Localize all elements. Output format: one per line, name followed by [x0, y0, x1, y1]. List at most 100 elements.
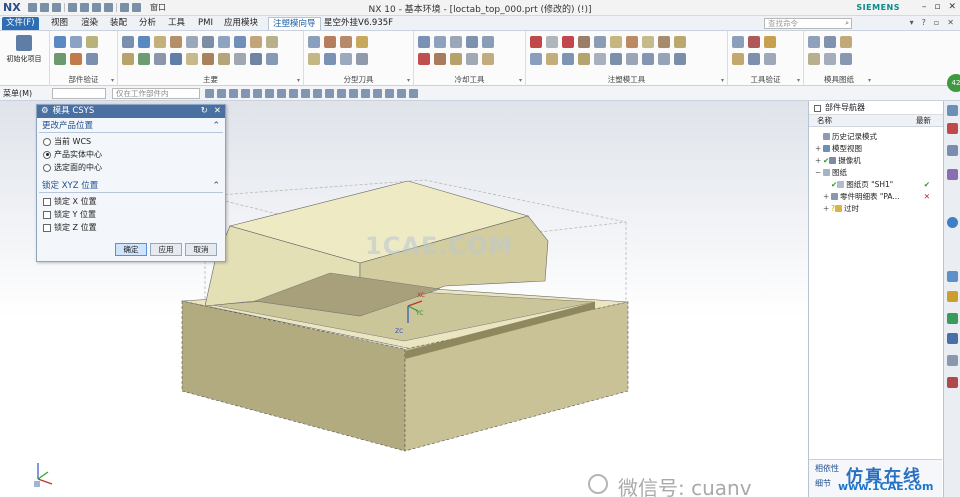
- ribbon-tool-icon[interactable]: [642, 53, 654, 65]
- ribbon-tool-icon[interactable]: [840, 53, 852, 65]
- save-icon[interactable]: [28, 3, 37, 12]
- option-product-center[interactable]: 产品实体中心: [43, 149, 102, 160]
- ribbon-tool-icon[interactable]: [808, 36, 820, 48]
- type-filter-select[interactable]: [52, 88, 106, 99]
- checkbox[interactable]: [43, 210, 51, 219]
- select-tool-icon[interactable]: [409, 89, 418, 98]
- ribbon-tool-icon[interactable]: [154, 53, 166, 65]
- system-scenes-tab-icon[interactable]: [947, 377, 958, 388]
- dropdown-icon[interactable]: ▾: [868, 77, 871, 84]
- ribbon-tool-icon[interactable]: [356, 53, 368, 65]
- scope-filter-select[interactable]: 仅在工作部件内: [112, 88, 200, 99]
- ribbon-tool-icon[interactable]: [122, 53, 134, 65]
- menu-button[interactable]: 菜单(M): [3, 88, 32, 99]
- web-browser-tab-icon[interactable]: [947, 217, 958, 228]
- dropdown-icon[interactable]: ▾: [111, 77, 114, 84]
- ribbon-tool-icon[interactable]: [434, 36, 446, 48]
- tab-tools[interactable]: 工具: [164, 17, 189, 30]
- tree-node[interactable]: 历史记录模式: [809, 131, 942, 142]
- ribbon-tool-icon[interactable]: [546, 53, 558, 65]
- tree-node[interactable]: + 零件明细表 "PA... ✕: [809, 191, 942, 202]
- reuse-library-tab-icon[interactable]: [947, 291, 958, 302]
- checkbox[interactable]: [43, 223, 51, 232]
- window-icon[interactable]: [132, 3, 141, 12]
- ribbon-tool-icon[interactable]: [642, 36, 654, 48]
- ribbon-tool-icon[interactable]: [170, 36, 182, 48]
- expand-icon[interactable]: +: [815, 155, 821, 166]
- select-tool-icon[interactable]: [385, 89, 394, 98]
- ribbon-tool-icon[interactable]: [840, 36, 852, 48]
- ribbon-tool-icon[interactable]: [154, 36, 166, 48]
- ribbon-tool-icon[interactable]: [250, 53, 262, 65]
- ribbon-tool-icon[interactable]: [748, 53, 760, 65]
- cut-icon[interactable]: [68, 3, 77, 12]
- ribbon-tool-icon[interactable]: [530, 36, 542, 48]
- select-tool-icon[interactable]: [241, 89, 250, 98]
- ribbon-tool-icon[interactable]: [562, 36, 574, 48]
- ribbon-tool-icon[interactable]: [266, 36, 278, 48]
- ribbon-tool-icon[interactable]: [250, 36, 262, 48]
- option-face-center[interactable]: 选定面的中心: [43, 162, 102, 173]
- minimize-icon[interactable]: –: [922, 2, 927, 12]
- tree-node[interactable]: + ? 过时: [809, 203, 942, 214]
- init-project-button[interactable]: 初始化项目: [4, 35, 44, 71]
- dropdown-icon[interactable]: ▾: [721, 77, 724, 84]
- radio-button[interactable]: [43, 137, 51, 146]
- cancel-button[interactable]: 取消: [185, 243, 217, 256]
- option-current-wcs[interactable]: 当前 WCS: [43, 136, 91, 147]
- repeat-command-icon[interactable]: [104, 3, 113, 12]
- select-tool-icon[interactable]: [397, 89, 406, 98]
- undo-icon[interactable]: [40, 3, 49, 12]
- touch-mode-icon[interactable]: [120, 3, 129, 12]
- ribbon-tool-icon[interactable]: [764, 36, 776, 48]
- expand-icon[interactable]: +: [815, 143, 821, 154]
- radio-button[interactable]: [43, 163, 51, 172]
- ribbon-tool-icon[interactable]: [202, 36, 214, 48]
- tree-node[interactable]: + 模型视图: [809, 143, 942, 154]
- ribbon-tool-icon[interactable]: [450, 36, 462, 48]
- reset-icon[interactable]: ↻: [201, 105, 208, 118]
- ribbon-tool-icon[interactable]: [674, 53, 686, 65]
- process-studio-tab-icon[interactable]: [947, 333, 958, 344]
- ribbon-tool-icon[interactable]: [578, 53, 590, 65]
- ribbon-tool-icon[interactable]: [54, 53, 66, 65]
- chevron-up-icon[interactable]: ⌃: [212, 179, 220, 193]
- ribbon-tool-icon[interactable]: [234, 36, 246, 48]
- select-tool-icon[interactable]: [205, 89, 214, 98]
- select-tool-icon[interactable]: [373, 89, 382, 98]
- paste-icon[interactable]: [92, 3, 101, 12]
- select-tool-icon[interactable]: [265, 89, 274, 98]
- ribbon-tool-icon[interactable]: [340, 36, 352, 48]
- ribbon-tool-icon[interactable]: [234, 53, 246, 65]
- select-tool-icon[interactable]: [217, 89, 226, 98]
- column-name[interactable]: 名称: [817, 115, 832, 127]
- select-tool-icon[interactable]: [229, 89, 238, 98]
- collapse-icon[interactable]: −: [815, 167, 821, 178]
- ribbon-tool-icon[interactable]: [658, 53, 670, 65]
- ribbon-tool-icon[interactable]: [658, 36, 670, 48]
- ribbon-tool-icon[interactable]: [466, 53, 478, 65]
- lock-x-checkbox[interactable]: 锁定 X 位置: [43, 196, 97, 207]
- ribbon-tool-icon[interactable]: [86, 53, 98, 65]
- copy-icon[interactable]: [80, 3, 89, 12]
- ribbon-tool-icon[interactable]: [530, 53, 542, 65]
- redo-icon[interactable]: [52, 3, 61, 12]
- expand-icon[interactable]: +: [823, 203, 829, 214]
- apply-button[interactable]: 应用: [150, 243, 182, 256]
- ribbon-tool-icon[interactable]: [808, 53, 820, 65]
- select-tool-icon[interactable]: [337, 89, 346, 98]
- select-tool-icon[interactable]: [325, 89, 334, 98]
- select-tool-icon[interactable]: [289, 89, 298, 98]
- ribbon-tool-icon[interactable]: [610, 36, 622, 48]
- ribbon-tool-icon[interactable]: [186, 36, 198, 48]
- ribbon-tool-icon[interactable]: [324, 36, 336, 48]
- tab-file[interactable]: 文件(F): [2, 17, 39, 30]
- ribbon-tool-icon[interactable]: [482, 36, 494, 48]
- select-tool-icon[interactable]: [349, 89, 358, 98]
- ribbon-options-icon[interactable]: ▾: [910, 18, 914, 27]
- ribbon-tool-icon[interactable]: [324, 53, 336, 65]
- dropdown-icon[interactable]: ▾: [407, 77, 410, 84]
- ribbon-tool-icon[interactable]: [308, 36, 320, 48]
- part-navigator-tab-icon[interactable]: [947, 105, 958, 116]
- palette-tab-icon[interactable]: [947, 313, 958, 324]
